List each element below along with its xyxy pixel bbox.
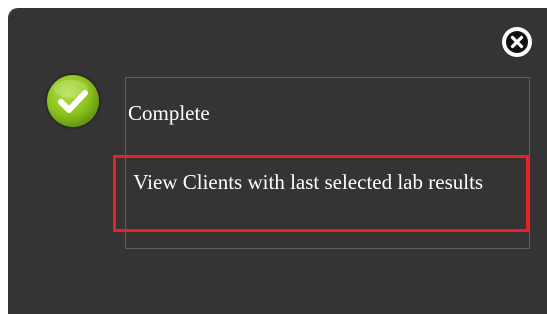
check-circle-icon — [44, 72, 102, 130]
status-message: Complete — [128, 101, 210, 125]
close-button[interactable] — [502, 27, 532, 57]
view-clients-link-text[interactable]: View Clients with last selected lab resu… — [128, 167, 528, 197]
close-icon — [506, 31, 528, 53]
